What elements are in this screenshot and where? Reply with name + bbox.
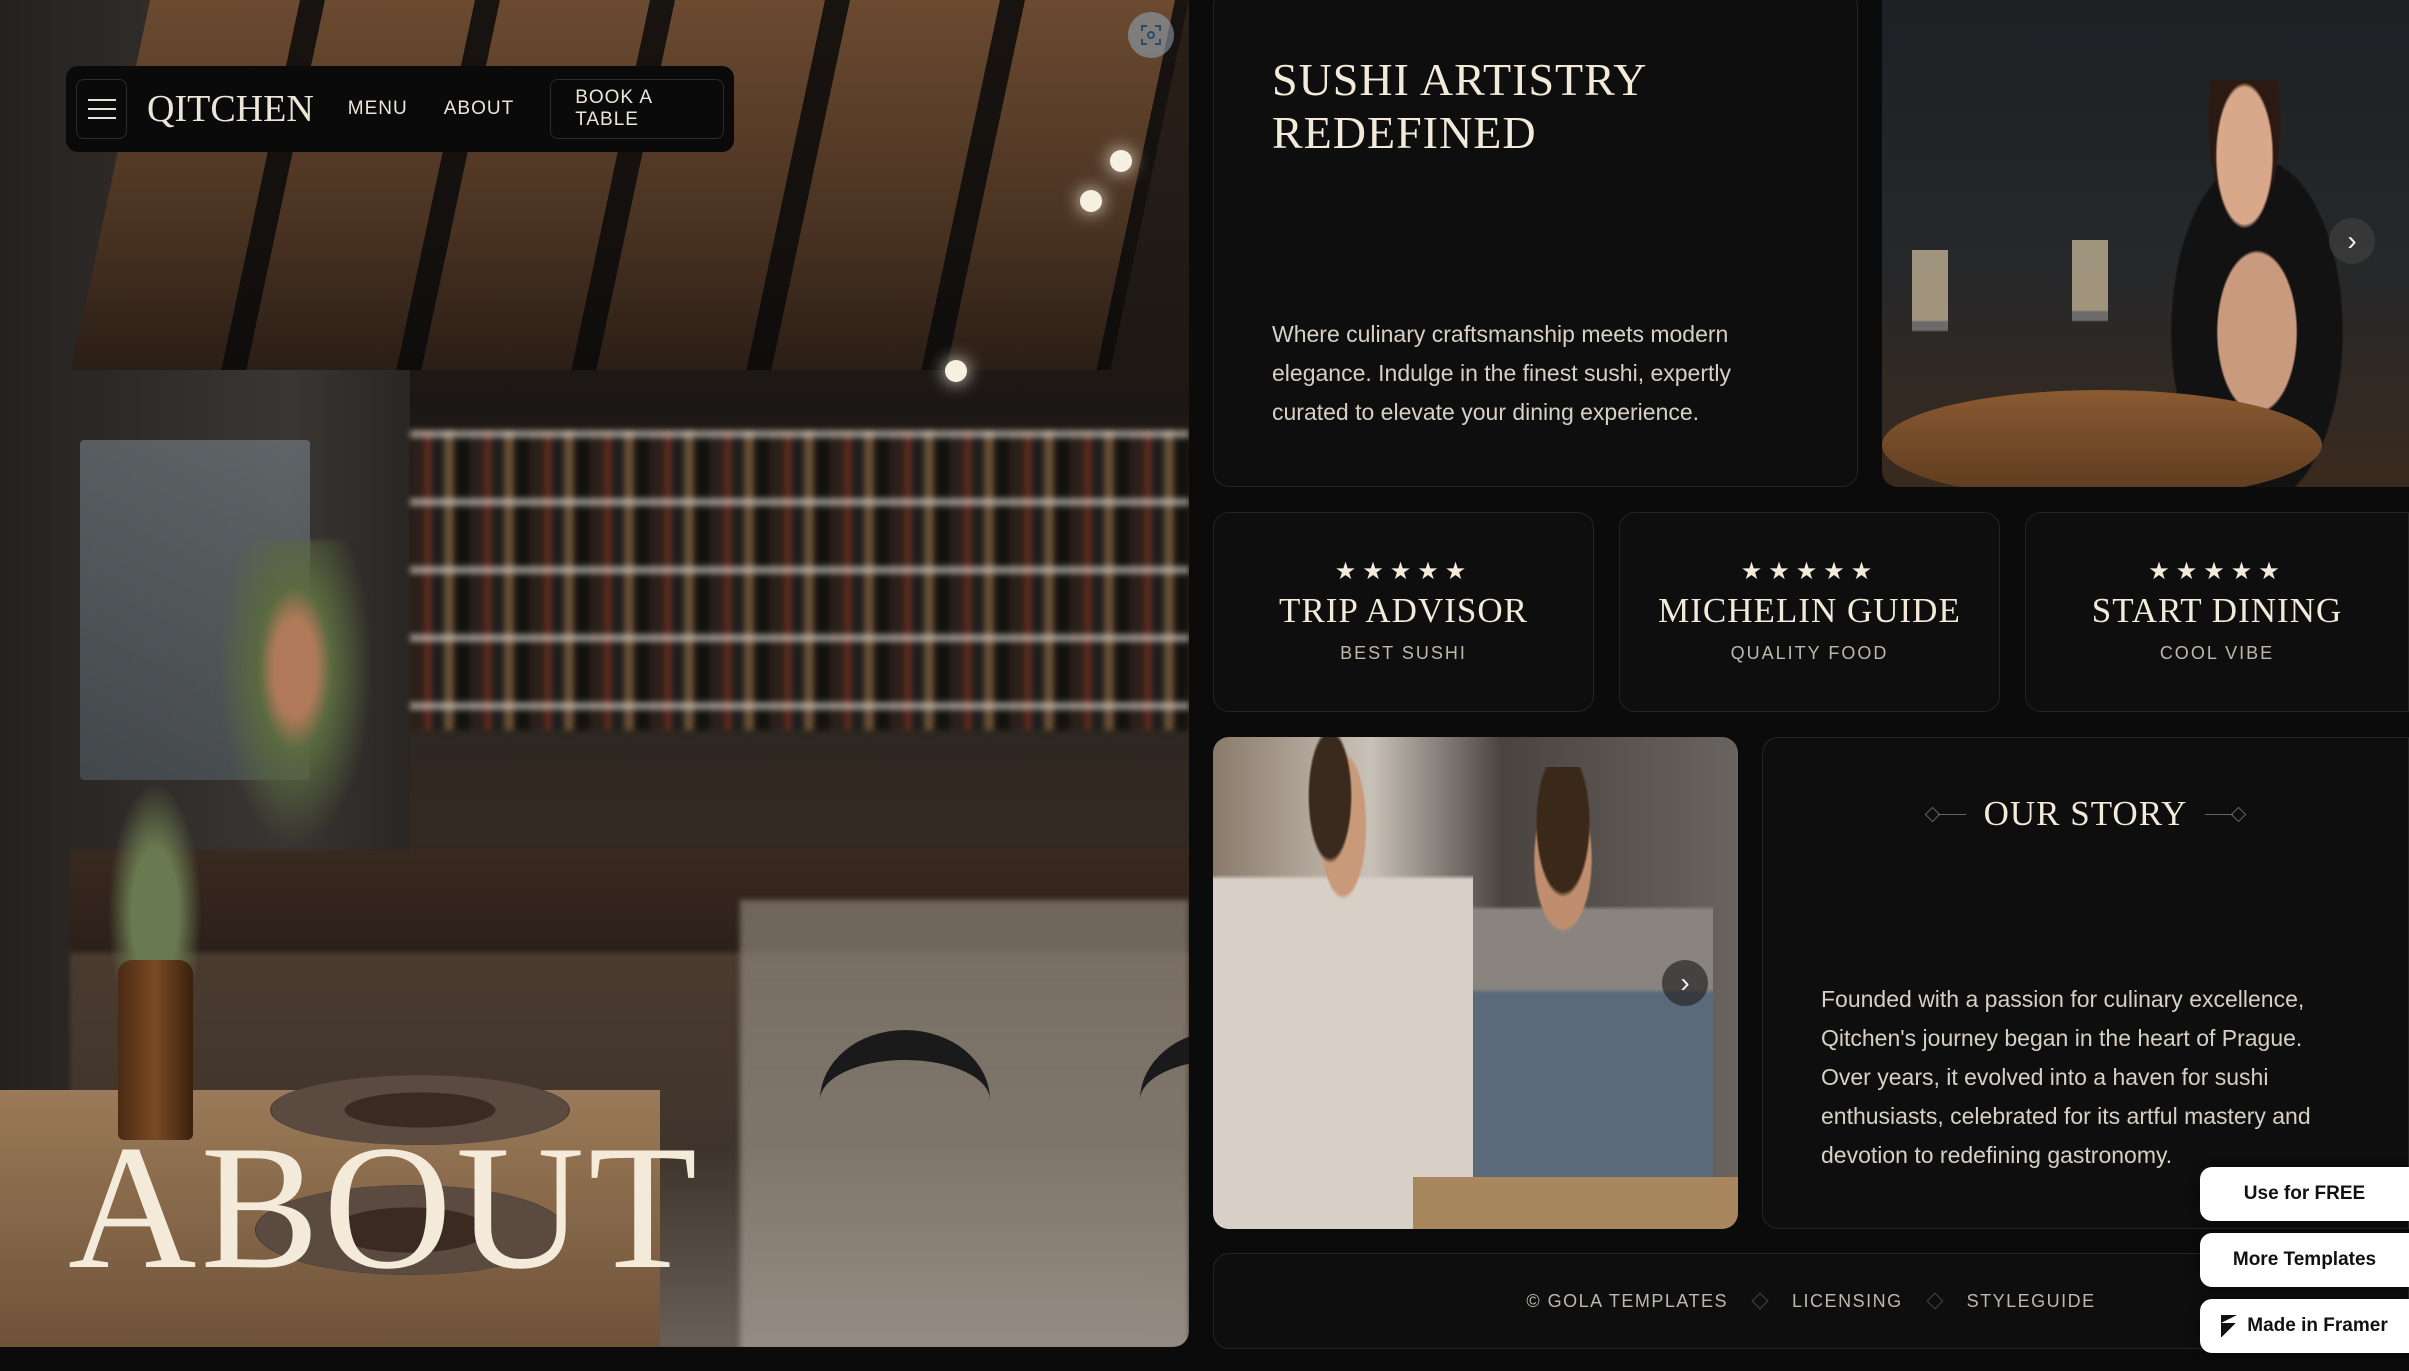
- framer-icon: [2221, 1315, 2238, 1337]
- award-card: ★★★★★ MICHELIN GUIDE QUALITY FOOD: [1619, 512, 2000, 712]
- ceiling-lamp: [1110, 150, 1132, 172]
- made-in-framer-button[interactable]: Made in Framer: [2200, 1299, 2409, 1353]
- award-card: ★★★★★ START DINING COOL VIBE: [2025, 512, 2409, 712]
- footer-styleguide[interactable]: STYLEGUIDE: [1967, 1291, 2096, 1312]
- intro-card: SUSHI ARTISTRY REDEFINED Where culinary …: [1213, 0, 1858, 487]
- scan-icon[interactable]: [1128, 12, 1174, 58]
- navbar: QITCHEN MENU ABOUT BOOK A TABLE: [66, 66, 734, 152]
- chevron-right-icon[interactable]: ›: [1662, 960, 1708, 1006]
- award-card: ★★★★★ TRIP ADVISOR BEST SUSHI: [1213, 512, 1594, 712]
- award-title: MICHELIN GUIDE: [1658, 591, 1961, 630]
- chefs-photo: [1213, 737, 1738, 1229]
- use-for-free-label: Use for FREE: [2243, 1183, 2366, 1204]
- star-rating: ★★★★★: [1334, 558, 1473, 585]
- ceiling-lamp: [945, 360, 967, 382]
- hero-bar-shelves: [410, 430, 1189, 730]
- made-in-framer-label: Made in Framer: [2247, 1315, 2388, 1336]
- award-title: START DINING: [2091, 591, 2343, 630]
- hero-plant: [100, 760, 210, 980]
- star-rating: ★★★★★: [2148, 558, 2286, 585]
- intro-title: SUSHI ARTISTRY REDEFINED: [1272, 54, 1646, 158]
- award-subtitle: QUALITY FOOD: [1730, 643, 1889, 663]
- star-rating: ★★★★★: [1740, 558, 1879, 585]
- story-heading: OUR STORY: [1763, 794, 2408, 834]
- footer-licensing[interactable]: LICENSING: [1792, 1291, 1903, 1312]
- hero-flowers: [210, 540, 380, 860]
- divider-ornament: [2205, 806, 2247, 822]
- use-for-free-button[interactable]: Use for FREE: [2200, 1167, 2409, 1221]
- ceiling-lamp: [1080, 190, 1102, 212]
- story-title: OUR STORY: [1983, 794, 2188, 833]
- logo[interactable]: QITCHEN: [147, 87, 314, 131]
- more-templates-button[interactable]: More Templates: [2200, 1233, 2409, 1287]
- award-subtitle: COOL VIBE: [2159, 643, 2275, 663]
- cutting-board: [1413, 1177, 1738, 1229]
- hamburger-icon[interactable]: [76, 79, 128, 139]
- hero-ceiling: [71, 0, 1189, 370]
- diamond-icon: [1751, 1292, 1769, 1310]
- intro-text: Where culinary craftsmanship meets moder…: [1272, 321, 1732, 425]
- nav-link-menu[interactable]: MENU: [348, 98, 408, 120]
- book-table-button[interactable]: BOOK A TABLE: [550, 79, 724, 139]
- footer-copyright[interactable]: © GOLA TEMPLATES: [1526, 1291, 1728, 1312]
- bar-stool: [1140, 1030, 1189, 1347]
- diamond-icon: [1926, 1292, 1944, 1310]
- bar-stool: [820, 1030, 990, 1347]
- divider-ornament: [1924, 806, 1966, 822]
- award-title: TRIP ADVISOR: [1279, 591, 1528, 630]
- more-templates-label: More Templates: [2232, 1249, 2377, 1270]
- nav-link-about[interactable]: ABOUT: [444, 98, 514, 120]
- story-text: Founded with a passion for culinary exce…: [1821, 986, 2311, 1168]
- award-subtitle: BEST SUSHI: [1340, 643, 1467, 663]
- story-card: OUR STORY Founded with a passion for cul…: [1762, 737, 2409, 1229]
- chevron-right-icon[interactable]: ›: [2329, 218, 2375, 264]
- hero-image: ABOUT: [0, 0, 1189, 1347]
- hero-title: ABOUT: [68, 1108, 702, 1306]
- chef-figure: [1213, 737, 1473, 1229]
